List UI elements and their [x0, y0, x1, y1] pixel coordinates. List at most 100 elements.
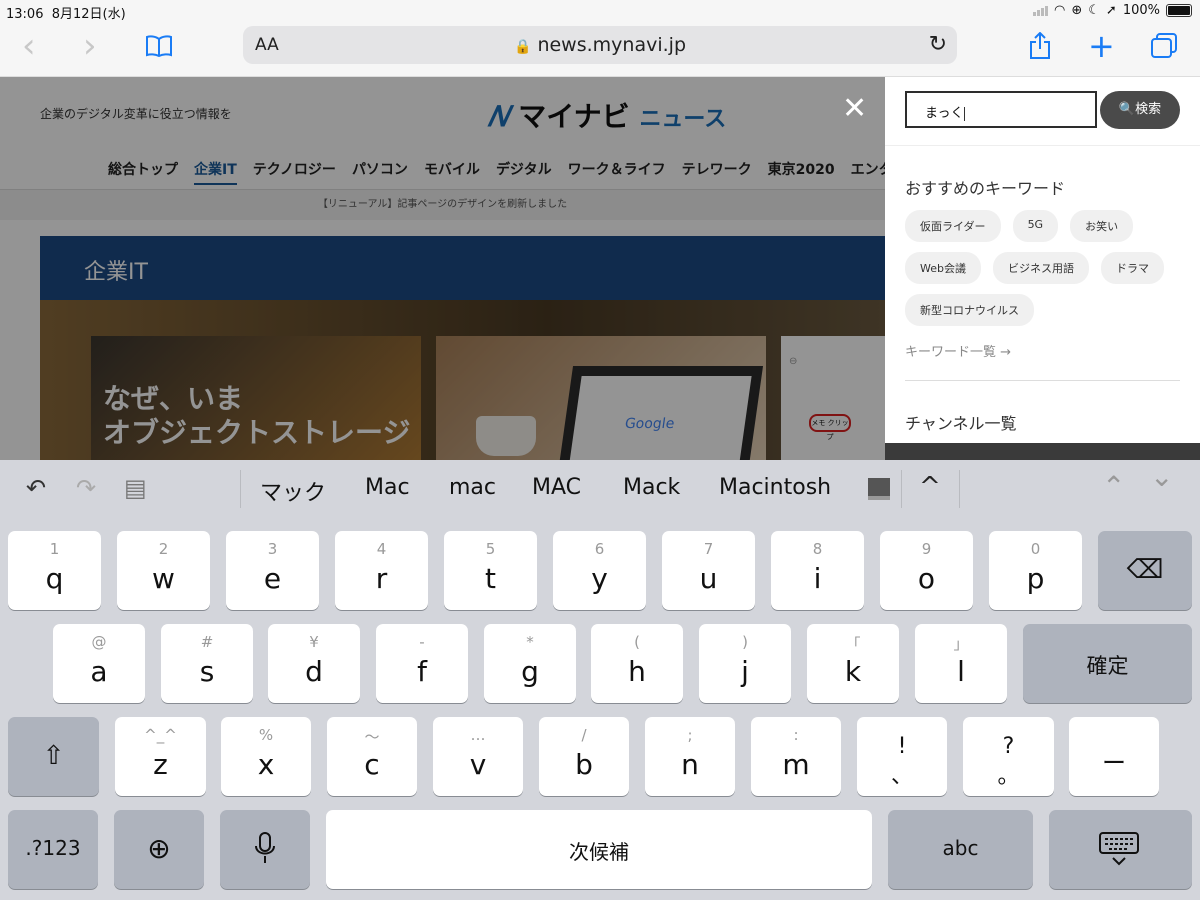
key-hint: % — [258, 726, 274, 744]
key-hint: ( — [634, 633, 640, 651]
key-label: u — [699, 562, 718, 595]
text-cursor — [964, 106, 966, 121]
space-key[interactable]: 次候補 — [326, 810, 872, 889]
key-d[interactable]: ¥ d — [268, 624, 360, 703]
key-hint: 4 — [376, 540, 387, 558]
key-h[interactable]: (h — [591, 624, 683, 703]
forward-button[interactable]: › — [83, 29, 97, 63]
address-bar[interactable]: AA 🔒 news.mynavi.jp ↻ — [243, 26, 957, 64]
delete-key[interactable]: ⌫ — [1098, 531, 1192, 610]
key-hint: 9 — [921, 540, 932, 558]
cellular-signal-icon — [1033, 5, 1049, 16]
key-r[interactable]: 4r — [335, 531, 428, 610]
key-label: n — [681, 748, 699, 781]
search-input[interactable]: まっく — [905, 91, 1097, 128]
laptop-emoji-candidate[interactable] — [868, 478, 890, 500]
microphone-icon — [255, 832, 275, 863]
keyword-tag[interactable]: 新型コロナウイルス — [905, 294, 1034, 326]
dictation-key[interactable] — [220, 810, 310, 889]
numbers-key[interactable]: .?123 — [8, 810, 98, 889]
key-g[interactable]: * g — [484, 624, 576, 703]
key-b[interactable]: / b — [539, 717, 629, 796]
candidate[interactable]: Mack — [623, 475, 680, 500]
key-s[interactable]: # s — [161, 624, 253, 703]
key-f[interactable]: -f — [376, 624, 468, 703]
key-t[interactable]: 5t — [444, 531, 537, 610]
close-search-button[interactable]: ✕ — [842, 91, 867, 126]
status-time-date: 13:06 8月12日(水) — [6, 3, 126, 22]
key-label: c — [364, 748, 380, 781]
candidate[interactable]: mac — [449, 475, 496, 500]
key-e[interactable]: 3e — [226, 531, 319, 610]
key-label: j — [741, 655, 749, 688]
tabs-button[interactable] — [1150, 33, 1178, 63]
confirm-key[interactable]: 確定 — [1023, 624, 1192, 703]
paste-button[interactable]: ▤ — [124, 474, 147, 502]
key-y[interactable]: 6y — [553, 531, 646, 610]
keyword-tags: 仮面ライダー 5G お笑い Web会議 ビジネス用語 ドラマ 新型コロナウイルス — [905, 210, 1185, 326]
key-hint: ¥ — [309, 633, 319, 651]
key-x[interactable]: % x — [221, 717, 311, 796]
keyword-tag[interactable]: ビジネス用語 — [992, 252, 1089, 284]
key-label: h — [628, 655, 646, 688]
space-label: 次候補 — [569, 840, 629, 864]
channel-list-title[interactable]: チャンネル一覧 — [905, 410, 1017, 434]
keyword-tag[interactable]: Web会議 — [905, 252, 981, 284]
url-display[interactable]: 🔒 news.mynavi.jp — [243, 34, 957, 56]
bookmarks-button[interactable] — [146, 35, 172, 61]
key-label: f — [417, 655, 427, 688]
abc-key[interactable]: abc — [888, 810, 1033, 889]
key-hint: 「 — [845, 635, 861, 653]
expand-candidates-button[interactable]: ^ — [919, 472, 941, 502]
key-c[interactable]: 〜 c — [327, 717, 417, 796]
key-a[interactable]: @ a — [53, 624, 145, 703]
key-q[interactable]: 1q — [8, 531, 101, 610]
key-o[interactable]: 9o — [880, 531, 973, 610]
keyword-tag[interactable]: お笑い — [1070, 210, 1134, 242]
reload-button[interactable]: ↻ — [929, 32, 947, 57]
key-hint: 〜 — [364, 728, 380, 746]
tabs-icon — [1151, 33, 1177, 58]
wifi-icon: ◠ — [1054, 3, 1066, 18]
search-button[interactable]: 🔍検索 — [1100, 91, 1180, 129]
keyword-tag[interactable]: 5G — [1012, 210, 1059, 242]
keyword-list-link[interactable]: キーワード一覧 → — [905, 341, 1011, 360]
candidate[interactable]: Macintosh — [719, 475, 831, 500]
keyword-tag[interactable]: 仮面ライダー — [905, 210, 1001, 242]
share-button[interactable] — [1029, 31, 1051, 64]
chevron-up-icon[interactable]: ⌃ — [1102, 470, 1125, 503]
key-m[interactable]: :m — [751, 717, 841, 796]
key-exclaim-comma[interactable]: !、 — [857, 717, 947, 796]
key-question-period[interactable]: ?。 — [963, 717, 1054, 796]
key-p[interactable]: 0p — [989, 531, 1082, 610]
shift-key[interactable]: ⇧ — [8, 717, 99, 796]
shift-icon: ⇧ — [42, 741, 65, 771]
back-button[interactable]: ‹ — [22, 29, 36, 63]
key-w[interactable]: 2w — [117, 531, 210, 610]
key-label: s — [199, 655, 215, 688]
keyword-tag[interactable]: ドラマ — [1100, 252, 1164, 284]
key-k[interactable]: 「k — [807, 624, 899, 703]
candidate[interactable]: MAC — [532, 475, 581, 500]
key-u[interactable]: 7u — [662, 531, 755, 610]
redo-button[interactable]: ↷ — [76, 474, 96, 502]
key-j[interactable]: ) j — [699, 624, 791, 703]
hide-keyboard-key[interactable] — [1049, 810, 1192, 889]
chevron-down-icon[interactable]: ⌄ — [1150, 460, 1173, 493]
undo-button[interactable]: ↶ — [26, 474, 46, 502]
key-l[interactable]: 」 l — [915, 624, 1007, 703]
key-v[interactable]: … v — [433, 717, 523, 796]
key-z[interactable]: ^_^ z — [115, 717, 206, 796]
page-overlay[interactable] — [0, 77, 885, 460]
candidate[interactable]: マック — [260, 475, 326, 507]
key-long-vowel[interactable]: ー — [1069, 717, 1159, 796]
globe-key[interactable]: ⊕ — [114, 810, 204, 889]
key-label-top: ? — [1002, 734, 1015, 759]
new-tab-button[interactable]: + — [1088, 30, 1115, 62]
abc-label: abc — [942, 836, 979, 860]
candidate[interactable]: Mac — [365, 475, 410, 500]
key-n[interactable]: ; n — [645, 717, 735, 796]
orientation-lock-icon: ⊕ — [1071, 3, 1083, 18]
location-icon: ➚ — [1105, 3, 1117, 18]
key-i[interactable]: 8i — [771, 531, 864, 610]
